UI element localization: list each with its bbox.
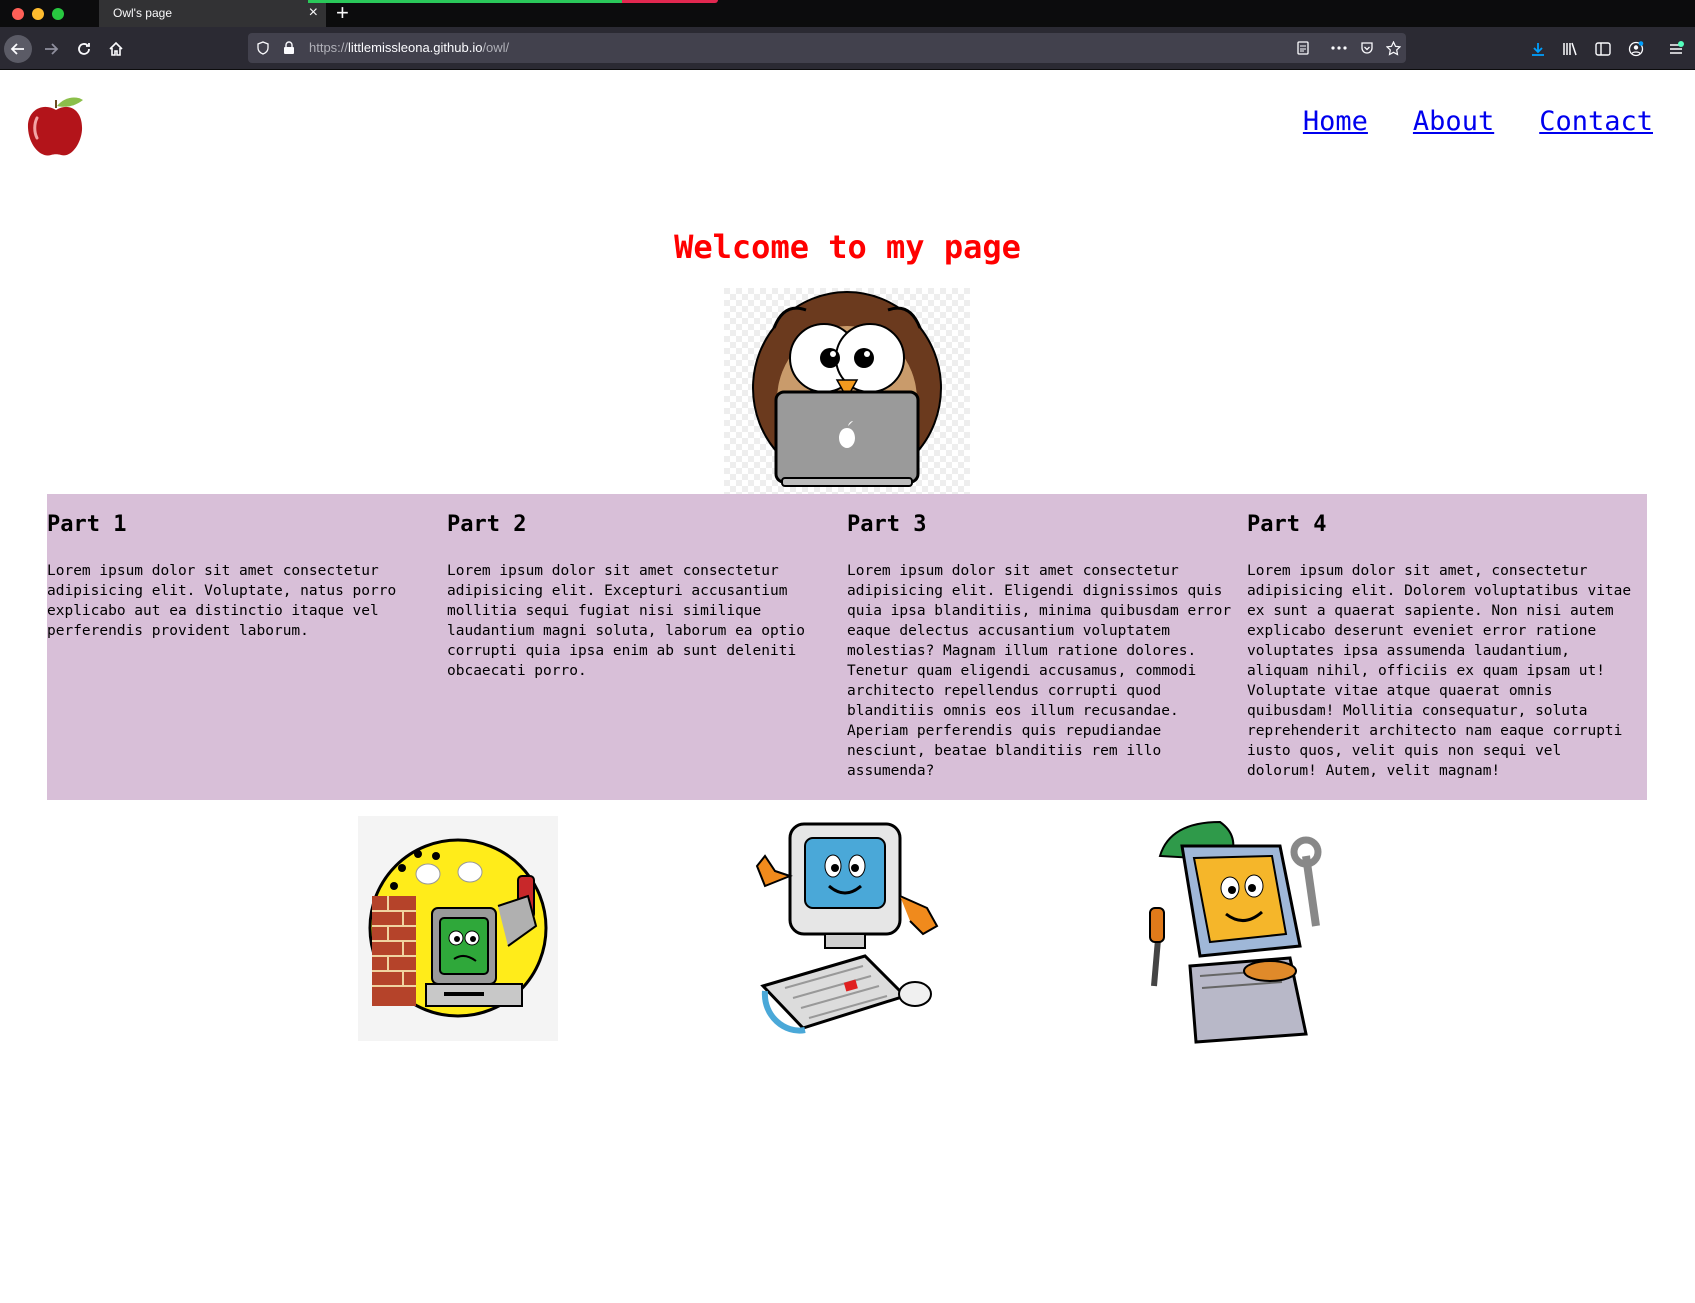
top-navigation: Home About Contact [1303,106,1653,137]
url-bar[interactable]: https://littlemissleona.github.io/owl/ [248,33,1406,63]
nav-link-contact[interactable]: Contact [1539,106,1653,137]
part-column-2: Part 2 Lorem ipsum dolor sit amet consec… [447,512,837,681]
bookmark-star-icon[interactable] [1384,39,1402,57]
menu-icon[interactable] [1666,39,1686,59]
new-tab-button[interactable]: + [336,1,349,25]
home-button[interactable] [102,35,130,63]
url-path: /owl/ [482,40,510,55]
browser-tab[interactable]: Owl's page × [99,0,326,27]
nav-link-home[interactable]: Home [1303,106,1368,137]
browser-toolbar: https://littlemissleona.github.io/owl/ [0,27,1695,70]
library-icon[interactable] [1560,39,1580,59]
url-host: littlemissleona.github.io [348,40,483,55]
forward-arrow-icon [45,43,59,55]
window-close-icon[interactable] [12,8,24,20]
home-icon [109,41,123,56]
page-title: Welcome to my page [674,228,1021,266]
apple-logo[interactable] [25,92,87,158]
part-heading: Part 3 [847,512,927,537]
part-heading: Part 1 [47,512,127,537]
part-text: Lorem ipsum dolor sit amet consectetur a… [47,563,397,639]
part-column-3: Part 3 Lorem ipsum dolor sit amet consec… [847,512,1237,781]
browser-tab-bar: Owl's page × + [0,0,1695,27]
sidebar-icon[interactable] [1593,39,1613,59]
loading-indicator-tail [622,0,718,3]
owl-laptop-image [724,288,970,494]
back-button[interactable] [4,35,32,63]
loading-indicator [308,0,622,3]
downloads-icon[interactable] [1528,39,1548,59]
tracking-shield-icon[interactable] [254,39,272,57]
forward-button[interactable] [37,35,65,63]
reload-icon [78,43,90,55]
page-actions-icon[interactable] [1330,39,1348,57]
part-column-4: Part 4 Lorem ipsum dolor sit amet, conse… [1247,512,1637,781]
part-column-1: Part 1 Lorem ipsum dolor sit amet consec… [47,512,437,641]
part-text: Lorem ipsum dolor sit amet consectetur a… [447,563,805,679]
lock-icon[interactable] [280,39,298,57]
web-page: Home About Contact Welcome to my page Pa… [0,70,1695,1303]
account-icon[interactable] [1626,39,1646,59]
window-minimize-icon[interactable] [32,8,44,20]
parts-section: Part 1 Lorem ipsum dolor sit amet consec… [47,494,1647,800]
reload-button[interactable] [70,35,98,63]
pocket-icon[interactable] [1358,39,1376,57]
nav-link-about[interactable]: About [1413,106,1494,137]
part-text: Lorem ipsum dolor sit amet, consectetur … [1247,563,1632,779]
back-arrow-icon [10,43,24,55]
url-text[interactable]: https://littlemissleona.github.io/owl/ [309,40,509,55]
window-zoom-icon[interactable] [52,8,64,20]
part-heading: Part 4 [1247,512,1327,537]
repair-computer-image [1130,816,1340,1046]
tab-title: Owl's page [113,6,172,20]
part-text: Lorem ipsum dolor sit amet consectetur a… [847,563,1232,779]
tab-close-icon[interactable]: × [309,3,318,23]
bug-computer-image [358,816,558,1041]
reader-view-icon[interactable] [1294,39,1312,57]
url-scheme: https:// [309,40,349,55]
part-heading: Part 2 [447,512,527,537]
happy-computer-image [745,816,945,1041]
